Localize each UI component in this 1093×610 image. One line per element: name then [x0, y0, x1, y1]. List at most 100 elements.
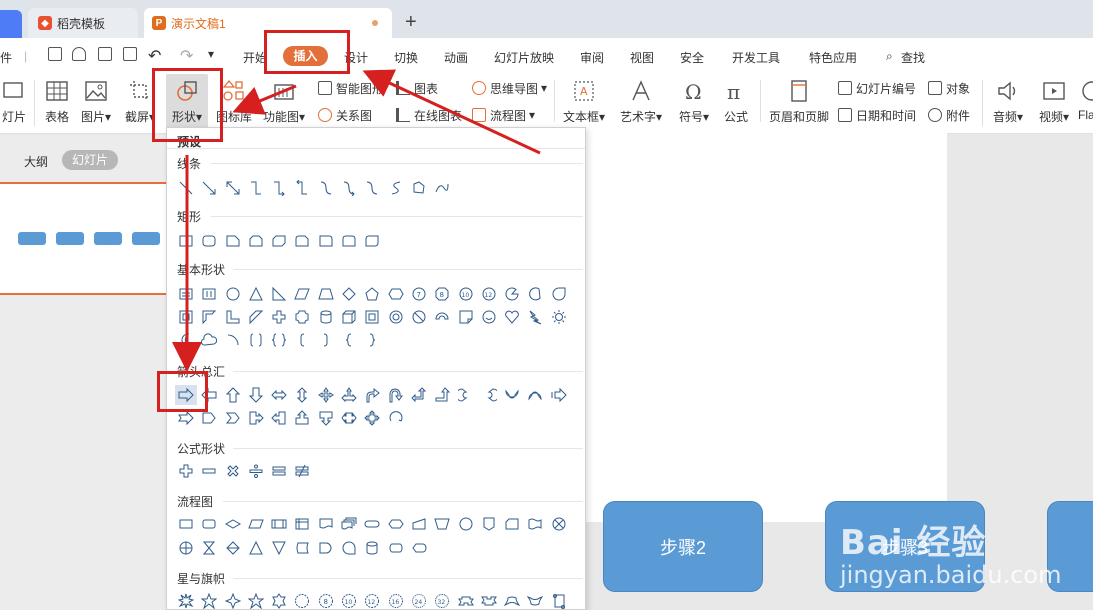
elbow-double-arrow-shape[interactable]: [291, 178, 313, 198]
arrow-line-shape[interactable]: [198, 178, 220, 198]
menu-view[interactable]: 视图: [630, 49, 654, 66]
diamond-shape[interactable]: [338, 284, 360, 304]
l-shape[interactable]: [222, 307, 244, 327]
snip-same-side-rectangle-shape[interactable]: [245, 231, 267, 251]
save-icon[interactable]: [48, 47, 62, 61]
pentagon-shape[interactable]: [361, 284, 383, 304]
rounded-rectangle-shape[interactable]: [198, 231, 220, 251]
heptagon-shape[interactable]: 7: [408, 284, 430, 304]
star-7-shape[interactable]: [291, 591, 313, 609]
round-same-side-rectangle-shape[interactable]: [338, 231, 360, 251]
frame-shape[interactable]: [175, 307, 197, 327]
video-button[interactable]: 视频▾: [1034, 74, 1074, 134]
tab-home[interactable]: [0, 10, 22, 38]
left-arrow-shape[interactable]: [198, 385, 220, 405]
circular-arrow-shape[interactable]: [385, 408, 407, 428]
tab-document[interactable]: P 演示文稿1: [144, 8, 392, 38]
right-bracket-shape[interactable]: [315, 330, 337, 350]
print-preview-icon[interactable]: [123, 47, 137, 61]
not-equal-sign-shape[interactable]: [291, 461, 313, 481]
elbow-connector-shape[interactable]: [245, 178, 267, 198]
flowchart-stored-data-shape[interactable]: [291, 538, 313, 558]
sun-shape[interactable]: [548, 307, 570, 327]
flowchart-internal-storage-shape[interactable]: [291, 514, 313, 534]
curved-down-arrow-shape[interactable]: [524, 385, 546, 405]
left-arrow-callout-shape[interactable]: [268, 408, 290, 428]
menu-insert[interactable]: 插入: [283, 46, 328, 66]
table-button[interactable]: 表格: [42, 74, 72, 134]
tab-slides[interactable]: 幻灯片: [62, 150, 118, 170]
print-icon[interactable]: [98, 47, 112, 61]
down-arrow-shape[interactable]: [245, 385, 267, 405]
flowchart-summing-junction-shape[interactable]: [548, 514, 570, 534]
screenshot-button[interactable]: 截屏▾: [122, 74, 158, 134]
vertical-scroll-shape[interactable]: [548, 591, 570, 609]
elbow-arrow-shape[interactable]: [268, 178, 290, 198]
left-right-arrow-callout-shape[interactable]: [338, 408, 360, 428]
flowchart-manual-input-shape[interactable]: [408, 514, 430, 534]
left-right-up-arrow-shape[interactable]: [338, 385, 360, 405]
parallelogram-shape[interactable]: [291, 284, 313, 304]
flowchart-data-shape[interactable]: [245, 514, 267, 534]
search-icon[interactable]: ⌕: [886, 49, 893, 64]
star-12-shape[interactable]: 12: [361, 591, 383, 609]
flowchart-magnetic-disk-shape[interactable]: [361, 538, 383, 558]
star-32-shape[interactable]: 32: [431, 591, 453, 609]
no-symbol-shape[interactable]: [408, 307, 430, 327]
cube-shape[interactable]: [338, 307, 360, 327]
right-triangle-shape[interactable]: [268, 284, 290, 304]
explosion-shape[interactable]: [175, 591, 197, 609]
tab-outline[interactable]: 大纲: [24, 153, 48, 170]
slide-number-button[interactable]: 幻灯片编号: [838, 79, 916, 97]
menu-slideshow[interactable]: 幻灯片放映: [494, 49, 554, 66]
flash-button[interactable]: Fla: [1078, 74, 1093, 134]
flowchart-terminator-shape[interactable]: [361, 514, 383, 534]
bent-up-arrow-shape[interactable]: [431, 385, 453, 405]
right-arrow-shape[interactable]: [175, 385, 197, 405]
new-slide-button[interactable]: 灯片: [0, 74, 28, 134]
notched-right-arrow-shape[interactable]: [175, 408, 197, 428]
flowchart-sequential-access-storage-shape[interactable]: [338, 538, 360, 558]
curved-ribbon-down-shape[interactable]: [524, 591, 546, 609]
icon-library-button[interactable]: 图标库: [214, 74, 254, 134]
hexagon-shape[interactable]: [385, 284, 407, 304]
curve-shape[interactable]: [385, 178, 407, 198]
curved-right-arrow-shape[interactable]: [455, 385, 477, 405]
half-frame-shape[interactable]: [198, 307, 220, 327]
dodecagon-shape[interactable]: 12: [478, 284, 500, 304]
moon-shape[interactable]: [175, 330, 197, 350]
menu-design[interactable]: 设计: [344, 49, 368, 66]
tab-template[interactable]: ◆ 稻壳模板: [28, 8, 138, 38]
bent-arrow-shape[interactable]: [361, 385, 383, 405]
line-shape[interactable]: [175, 178, 197, 198]
trapezoid-shape[interactable]: [315, 284, 337, 304]
menu-animation[interactable]: 动画: [444, 49, 468, 66]
function-chart-button[interactable]: 功能图▾: [260, 74, 308, 134]
oval-shape[interactable]: [222, 284, 244, 304]
curved-double-arrow-shape[interactable]: [361, 178, 383, 198]
flowchart-offpage-connector-shape[interactable]: [478, 514, 500, 534]
can-shape[interactable]: [315, 307, 337, 327]
ribbon-up-shape[interactable]: [455, 591, 477, 609]
rectangle-shape[interactable]: [175, 231, 197, 251]
flowchart-direct-access-storage-shape[interactable]: [385, 538, 407, 558]
plaque-shape[interactable]: [291, 307, 313, 327]
flowchart-multidocument-shape[interactable]: [338, 514, 360, 534]
quad-arrow-callout-shape[interactable]: [361, 408, 383, 428]
mind-map-button[interactable]: 思维导图 ▾: [472, 79, 547, 97]
format-painter-icon[interactable]: [72, 47, 86, 61]
star-16-shape[interactable]: 16: [385, 591, 407, 609]
diagonal-stripe-shape[interactable]: [245, 307, 267, 327]
star-8-shape[interactable]: 8: [315, 591, 337, 609]
flowchart-punched-tape-shape[interactable]: [524, 514, 546, 534]
star-24-shape[interactable]: 24: [408, 591, 430, 609]
flowchart-manual-operation-shape[interactable]: [431, 514, 453, 534]
left-up-arrow-shape[interactable]: [408, 385, 430, 405]
right-arrow-callout-shape[interactable]: [245, 408, 267, 428]
star-6-shape[interactable]: [268, 591, 290, 609]
textbox-shape[interactable]: [175, 284, 197, 304]
curved-connector-shape[interactable]: [315, 178, 337, 198]
flowchart-collate-shape[interactable]: [198, 538, 220, 558]
flowchart-card-shape[interactable]: [501, 514, 523, 534]
curved-up-arrow-shape[interactable]: [501, 385, 523, 405]
